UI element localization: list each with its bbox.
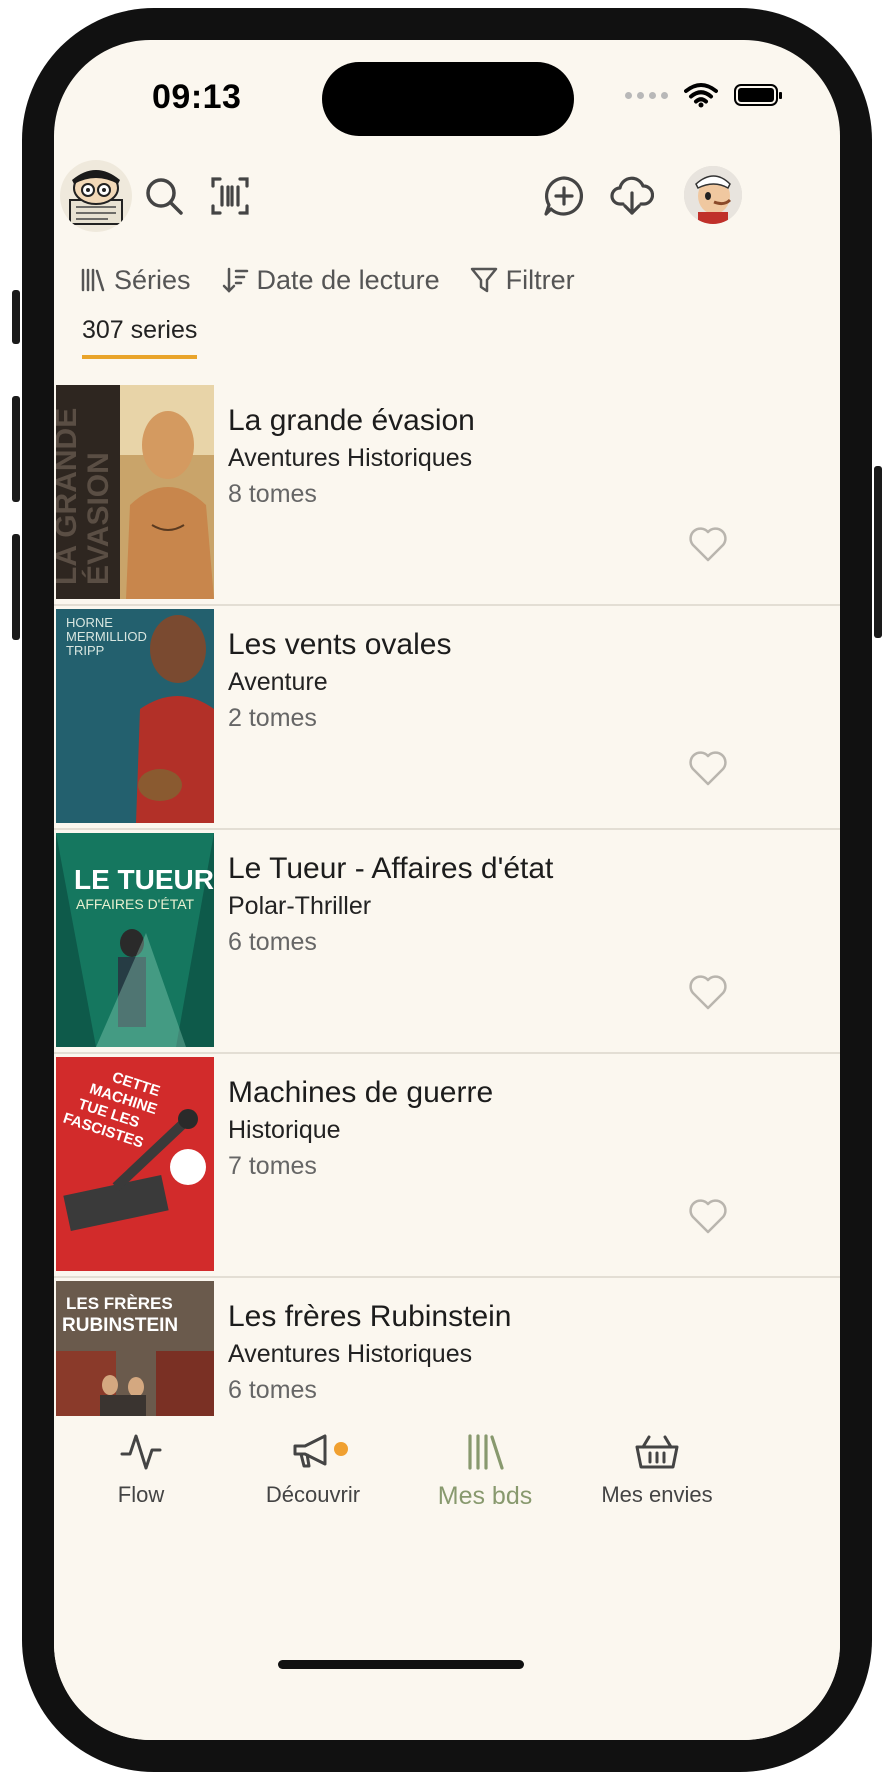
svg-text:AFFAIRES D'ÉTAT: AFFAIRES D'ÉTAT [76,896,195,912]
tab-mes-envies[interactable]: Mes envies [582,1416,732,1508]
tab-label: Mes bds [437,1482,533,1510]
battery-icon [734,84,782,106]
series-title: Le Tueur - Affaires d'état [228,852,554,885]
power-button [874,466,882,638]
series-tome-count: 2 tomes [228,704,317,732]
svg-text:LES FRÈRES: LES FRÈRES [66,1294,173,1313]
heart-icon[interactable] [688,1198,728,1234]
basket-icon [635,1435,679,1469]
status-time: 09:13 [152,78,242,116]
series-cover: HORNE MERMILLIOD TRIPP [56,609,214,823]
series-tome-count: 6 tomes [228,1376,317,1404]
sort-descending-icon [222,267,248,293]
series-title: Les vents ovales [228,628,452,661]
notification-dot [334,1442,348,1456]
series-title: Les frères Rubinstein [228,1300,512,1333]
app-logo[interactable] [60,160,132,232]
tab-flow[interactable]: Flow [66,1416,216,1508]
series-tome-count: 7 tomes [228,1152,317,1180]
cloud-download-icon[interactable] [608,172,656,220]
series-tome-count: 6 tomes [228,928,317,956]
heart-icon[interactable] [688,750,728,786]
filter-button[interactable]: Filtrer [470,265,575,296]
svg-text:MERMILLIOD: MERMILLIOD [66,629,147,644]
series-genre: Aventures Historiques [228,444,473,472]
home-indicator [278,1660,524,1669]
svg-text:TRIPP: TRIPP [66,643,104,658]
tab-label: Flow [117,1482,165,1507]
top-toolbar [54,156,840,246]
series-genre: Aventures Historiques [228,1340,473,1368]
wifi-icon [684,83,718,108]
cellular-signal-icon [625,91,668,99]
screen: 09:13 Séries Date de lecture Filtrer 307… [54,40,840,1740]
funnel-icon [470,267,497,293]
series-title: La grande évasion [228,404,475,437]
svg-text:ÉVASION: ÉVASION [81,452,115,585]
bottom-tab-bar: Flow Découvrir Mes bds Mes envies [54,1416,840,1740]
filter-label: Filtrer [505,264,575,295]
series-cover: LE TUEUR AFFAIRES D'ÉTAT [56,833,214,1047]
filter-bar: Séries Date de lecture Filtrer [80,250,575,310]
mute-switch [12,290,20,344]
series-cover: LA GRANDE ÉVASION [56,385,214,599]
svg-text:LA GRANDE: LA GRANDE [56,408,83,585]
series-list: LA GRANDE ÉVASION La grande évasion Aven… [54,382,840,1502]
volume-up-button [12,396,20,502]
chat-plus-icon[interactable] [540,172,588,220]
svg-text:HORNE: HORNE [66,615,113,630]
barcode-scan-icon[interactable] [206,172,254,220]
activity-pulse-icon [120,1434,162,1470]
heart-icon[interactable] [688,974,728,1010]
tab-label: Mes envies [601,1482,713,1507]
series-row[interactable]: LE TUEUR AFFAIRES D'ÉTAT Le Tueur - Affa… [54,830,840,1054]
status-indicators [625,82,782,108]
search-icon[interactable] [140,172,188,220]
sort-label: Date de lecture [256,264,440,295]
series-genre: Polar-Thriller [228,892,372,920]
svg-text:RUBINSTEIN: RUBINSTEIN [62,1315,178,1336]
library-icon [81,268,105,292]
tab-mes-bds[interactable]: Mes bds [410,1416,560,1511]
sort-button[interactable]: Date de lecture [221,265,440,296]
series-genre: Aventure [228,668,328,696]
series-cover: CETTE MACHINE TUE LES FASCISTES [56,1057,214,1271]
tab-decouvrir[interactable]: Découvrir [238,1416,388,1508]
svg-text:LE TUEUR: LE TUEUR [74,864,214,895]
series-title: Machines de guerre [228,1076,494,1109]
dynamic-island [322,62,574,136]
tab-label: Découvrir [265,1482,361,1507]
megaphone-icon [293,1434,327,1468]
series-row[interactable]: HORNE MERMILLIOD TRIPP Les vents ovales … [54,606,840,830]
heart-icon[interactable] [688,526,728,562]
series-tome-count: 8 tomes [228,480,317,508]
volume-down-button [12,534,20,640]
series-row[interactable]: CETTE MACHINE TUE LES FASCISTES Machines… [54,1054,840,1278]
library-icon [468,1434,504,1470]
view-series-button[interactable]: Séries [80,265,191,296]
series-count-tab[interactable]: 307 series [82,316,198,359]
view-series-label: Séries [114,264,191,295]
series-row[interactable]: LA GRANDE ÉVASION La grande évasion Aven… [54,382,840,606]
series-genre: Historique [228,1116,341,1144]
user-avatar[interactable] [684,166,742,224]
